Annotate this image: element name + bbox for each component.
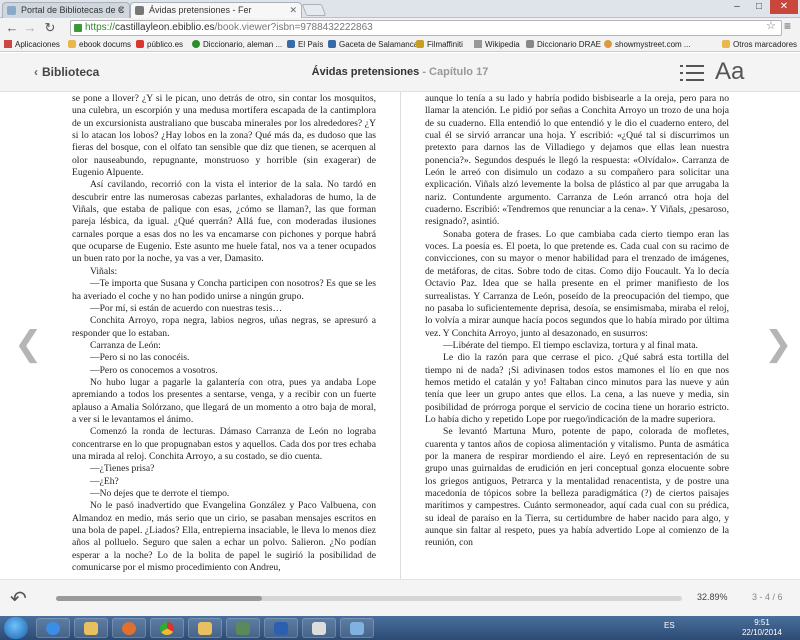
paragraph: —¿Eh? — [90, 475, 119, 487]
apps-grid-icon — [4, 40, 12, 48]
bookmark-item[interactable]: Gaceta de Salamanca — [328, 38, 418, 51]
paragraph: —Te importa que Susana y Concha particip… — [72, 278, 376, 302]
book-title: Ávidas pretensiones — [311, 66, 420, 78]
chapter-label: - Capítulo 17 — [422, 66, 489, 78]
bookmark-item[interactable]: showmystreet.com ... — [604, 38, 691, 51]
paragraph: No hubo lugar a pagarle la galantería co… — [72, 376, 376, 425]
bookmark-item[interactable]: Wikipedia — [474, 38, 520, 51]
progress-percent: 32.89% — [697, 592, 728, 602]
folder-icon — [68, 40, 76, 48]
bookmark-item[interactable]: público.es — [136, 38, 183, 51]
back-arrow-icon[interactable]: ← — [4, 20, 20, 36]
paragraph: —Por mí, si están de acuerdo con nuestra… — [90, 302, 283, 314]
paragraph: Le dio la razón para que cerrase el pico… — [425, 352, 729, 425]
new-tab-button[interactable] — [301, 4, 327, 16]
site-favicon-icon — [136, 40, 144, 48]
taskbar-folder-icon[interactable] — [188, 618, 222, 638]
progress-fill — [56, 596, 262, 601]
paragraph: aunque lo tenía a su lado y habría podid… — [425, 93, 729, 228]
reader-pages: ❮ se pone a llover? ¿Y si le pican, uno … — [0, 92, 800, 579]
url-path: /book.viewer?isbn=9788432222863 — [214, 22, 373, 33]
browser-tab-book[interactable]: Ávidas pretensiones - Fer ✕ — [130, 2, 302, 18]
taskbar-explorer-icon[interactable] — [74, 618, 108, 638]
folder-icon — [722, 40, 730, 48]
browser-tab-strip: Portal de Bibliotecas de C ✕ Ávidas pret… — [0, 0, 800, 18]
browser-toolbar: ← → ↻ https://castillayleon.ebiblio.es/b… — [0, 18, 800, 38]
taskbar-app-icon[interactable] — [340, 618, 374, 638]
reader-footer: ↶ 32.89% 3 - 4 / 6 — [0, 579, 800, 616]
paragraph: Sonaba gotera de frases. Lo que cambiaba… — [425, 228, 729, 339]
site-favicon-icon — [328, 40, 336, 48]
taskbar-media-icon[interactable] — [112, 618, 146, 638]
window-close-icon[interactable]: ✕ — [770, 0, 798, 14]
bookmark-item[interactable]: Filmaffiniti — [416, 38, 463, 51]
paragraph: se pone a llover? ¿Y si le pican, uno de… — [72, 93, 376, 179]
reader-header: ‹ Biblioteca Ávidas pretensiones - Capítu… — [0, 53, 800, 92]
paragraph: —No dejes que te derrote el tiempo. — [90, 488, 230, 499]
paragraph: —¿Tienes prisa? — [90, 463, 155, 475]
bookmark-item[interactable]: El País — [287, 38, 323, 51]
tab-close-icon[interactable]: ✕ — [117, 3, 125, 17]
site-favicon-icon — [416, 40, 424, 48]
lock-icon — [74, 24, 82, 32]
taskbar-chrome-icon[interactable] — [150, 618, 184, 638]
taskbar-app-icon[interactable] — [302, 618, 336, 638]
site-favicon-icon — [526, 40, 534, 48]
start-button-icon[interactable] — [4, 617, 28, 639]
reload-icon[interactable]: ↻ — [42, 20, 58, 36]
paragraph: —Pero si no las conocéis. — [90, 352, 190, 364]
url-host: castillayleon.ebiblio.es — [115, 22, 215, 33]
paragraph: No le pasó inadvertido que Evangelina Go… — [72, 500, 376, 574]
bookmark-item[interactable]: Aplicaciones — [4, 38, 60, 51]
bookmark-item[interactable]: Diccionario DRAE — [526, 38, 601, 51]
next-page-icon[interactable]: ❯ — [764, 324, 793, 364]
paragraph: Viñals: — [90, 265, 118, 277]
paragraph: —Libérate del tiempo. El tiempo esclaviz… — [443, 339, 698, 351]
wikipedia-icon — [474, 40, 482, 48]
window-maximize-icon[interactable]: □ — [748, 0, 770, 14]
window-minimize-icon[interactable]: – — [726, 0, 748, 14]
paragraph: Así cavilando, recorrió con la vista el … — [72, 179, 376, 265]
site-favicon-icon — [604, 40, 612, 48]
taskbar-app-icon[interactable] — [226, 618, 260, 638]
browser-tab-portal[interactable]: Portal de Bibliotecas de C ✕ — [2, 2, 130, 18]
bookmarks-bar: Aplicaciones ebook docums público.es Dic… — [0, 38, 800, 52]
bookmark-star-icon[interactable]: ☆ — [766, 19, 776, 32]
tab-favicon-icon — [7, 6, 16, 15]
paragraph: Se levantó Martuna Muro, potente de papo… — [425, 426, 729, 549]
paragraph: Comenzó la ronda de lecturas. Dámaso Car… — [72, 426, 376, 462]
language-indicator[interactable]: ES — [664, 621, 675, 630]
browser-menu-icon[interactable]: ≡ — [784, 19, 796, 33]
windows-taskbar: ES 9:51 22/10/2014 — [0, 616, 800, 640]
forward-arrow-icon[interactable]: → — [22, 20, 38, 36]
font-settings-button[interactable]: Aa — [715, 58, 744, 86]
paragraph: Conchita Arroyo, ropa negra, labios negr… — [72, 315, 376, 339]
tab-title: Portal de Bibliotecas de C — [21, 5, 125, 15]
paragraph: Carranza de León: — [90, 339, 161, 351]
site-favicon-icon — [192, 40, 200, 48]
taskbar-ie-icon[interactable] — [36, 618, 70, 638]
previous-page-icon[interactable]: ❮ — [14, 324, 43, 364]
bookmark-item[interactable]: ebook docums — [68, 38, 131, 51]
url-scheme: https:// — [85, 22, 116, 33]
left-page-text: se pone a llover? ¿Y si le pican, uno de… — [72, 93, 376, 578]
tab-close-icon[interactable]: ✕ — [289, 3, 297, 17]
paragraph: —Pero os conocemos a vosotros. — [90, 364, 218, 376]
progress-bar[interactable] — [56, 596, 682, 601]
tab-title: Ávidas pretensiones - Fer — [149, 5, 252, 15]
address-bar[interactable]: https://castillayleon.ebiblio.es/book.vi… — [70, 20, 782, 36]
site-favicon-icon — [287, 40, 295, 48]
taskbar-word-icon[interactable] — [264, 618, 298, 638]
bookmark-item[interactable]: Otros marcadores — [722, 38, 797, 51]
undo-return-icon[interactable]: ↶ — [10, 586, 27, 611]
page-counter: 3 - 4 / 6 — [752, 592, 783, 602]
page-divider — [400, 92, 401, 579]
right-page-text: aunque lo tenía a su lado y habría podid… — [425, 93, 729, 578]
table-of-contents-icon[interactable] — [680, 63, 704, 83]
tab-favicon-icon — [135, 6, 144, 15]
bookmark-item[interactable]: Diccionario, aleman ... — [192, 38, 282, 51]
system-clock[interactable]: 9:51 22/10/2014 — [734, 618, 790, 638]
